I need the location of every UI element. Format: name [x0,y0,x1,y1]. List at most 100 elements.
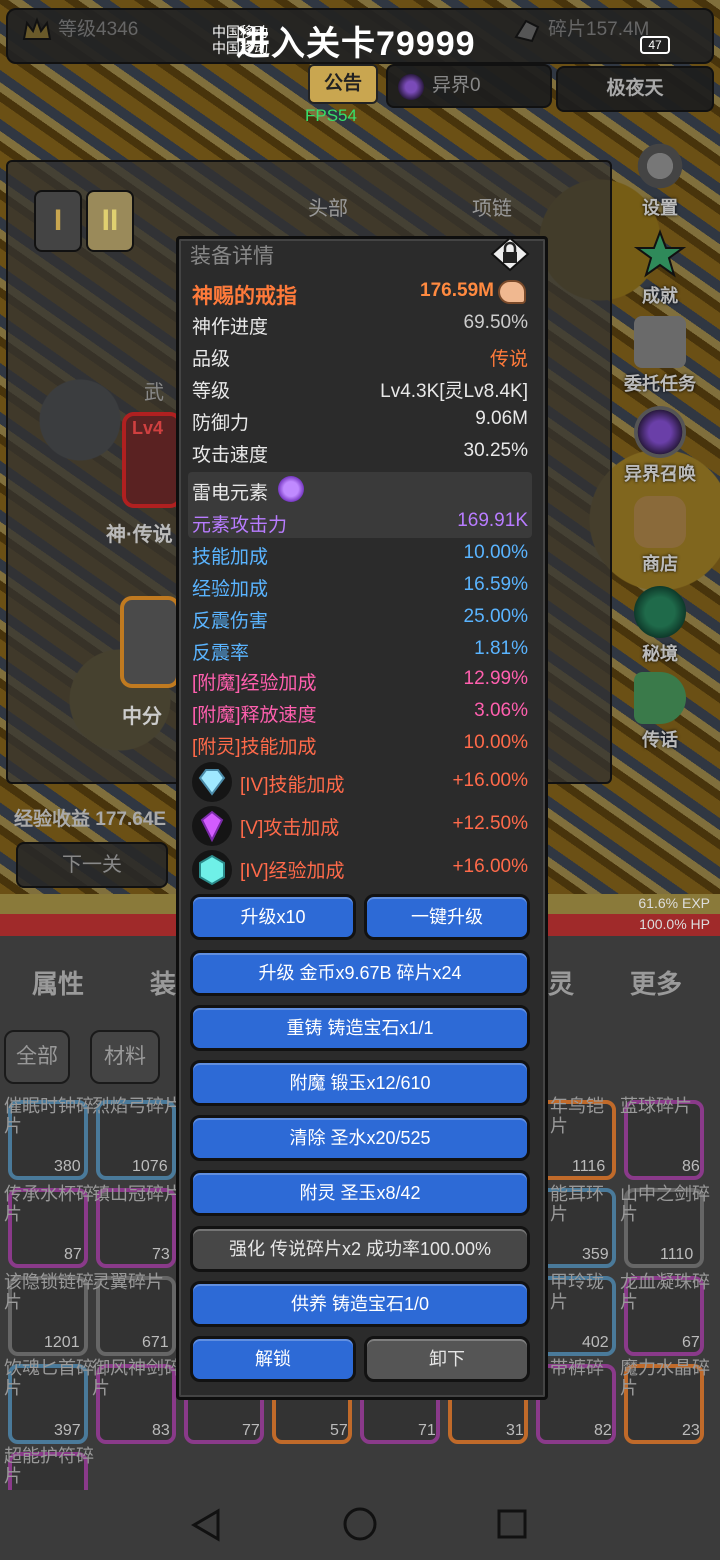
horn-icon [634,672,686,724]
spirit-row: [附灵]技能加成 10.00% [192,732,528,758]
item-level-badge: Lv4 [132,418,164,438]
bonus-row: 技能加成 10.00% [192,542,528,568]
amethyst-gem-icon [200,810,224,843]
player-level: 等级4346 [22,14,138,43]
cell-label: 催眠时钟碎片 [4,1096,94,1136]
enchant-row: [附魔]经验加成 12.99% [192,668,528,694]
aquamarine-gem-icon [199,854,225,886]
fps-counter: FPS54 [305,106,357,125]
element-attack-row: 元素攻击力 169.91K [192,510,528,536]
cell-label: 蓝球碎片 [620,1096,692,1116]
slot-necklace-label[interactable]: 项链 [472,192,512,221]
portal-icon [634,586,686,638]
upgrade-cost-button[interactable]: 升级 金币x9.67B 碎片x24 [190,950,530,996]
back-icon[interactable] [190,1508,222,1542]
side-message[interactable]: 传话 [618,672,702,752]
cell-count: 671 [142,1334,169,1351]
tab-attributes[interactable]: 属性 [32,964,84,1001]
system-nav-bar [0,1490,720,1560]
score-label: 中分 [122,706,162,728]
gem-row: [IV]技能加成 +16.00% [240,770,528,796]
shard-count: 碎片157.4M [512,14,649,43]
lock-icon[interactable] [490,236,530,272]
stat-row: 等级 Lv4.3K[灵Lv8.4K] [192,381,528,402]
bag-icon [634,496,686,548]
clear-button[interactable]: 清除 圣水x20/525 [190,1115,530,1161]
stat-row: 品级 传说 [192,349,528,370]
side-settings[interactable]: 设置 [618,140,702,220]
side-commission[interactable]: 委托任务 [618,316,702,396]
eye-icon [634,406,686,458]
item-name: 神赐的戒指 [192,285,297,308]
cell-count: 380 [54,1158,81,1175]
exp-bar-text: 61.6% EXP [638,895,710,911]
stat-row: 防御力 9.06M [192,408,528,434]
cell-label: 魔力水晶碎片 [620,1358,710,1398]
enchant-button[interactable]: 附魔 锻玉x12/610 [190,1060,530,1106]
stat-row: 神作进度 69.50% [192,312,528,338]
side-secret-realm[interactable]: 秘境 [618,586,702,666]
notice-tab[interactable]: 公告 [308,64,378,104]
bonus-row: 经验加成 16.59% [192,574,528,600]
gem-row: [V]攻击加成 +12.50% [240,813,528,839]
cell-label: 甲玲珑片 [550,1272,604,1312]
strength-icon [498,280,526,304]
spirit-attach-button[interactable]: 附灵 圣玉x8/42 [190,1170,530,1216]
recents-icon[interactable] [496,1508,528,1540]
cell-count: 1110 [660,1246,694,1263]
home-icon[interactable] [342,1506,378,1542]
item-power: 176.59M [420,280,494,301]
gem-slot [192,806,232,846]
filter-all[interactable]: 全部 [4,1030,70,1084]
hp-bar-text: 100.0% HP [639,916,710,932]
cell-label: 镇山冠碎片 [92,1184,182,1204]
cell-count: 71 [418,1422,436,1439]
cell-label: 饮魂匕首碎片 [4,1358,94,1398]
one-key-upgrade-button[interactable]: 一键升级 [364,894,530,940]
cell-count: 402 [582,1334,609,1351]
tab-page-two[interactable]: II [86,190,134,252]
weapon-slot[interactable]: Lv4 [122,412,182,508]
diamond-gem-icon [198,769,226,796]
modal-title: 装备详情 [190,245,274,268]
offer-button[interactable]: 供养 铸造宝石1/0 [190,1281,530,1327]
cell-count: 77 [242,1422,260,1439]
other-world-button[interactable]: 异界0 [386,64,552,108]
reforge-button[interactable]: 重铸 铸造宝石x1/1 [190,1005,530,1051]
unlock-button[interactable]: 解锁 [190,1336,356,1382]
filter-material[interactable]: 材料 [90,1030,160,1084]
strengthen-button[interactable]: 强化 传说碎片x2 成功率100.00% [190,1226,530,1272]
side-achievements[interactable]: 成就 [618,228,702,308]
slot-head-label[interactable]: 头部 [308,192,348,221]
vortex-icon [398,74,424,100]
cell-count: 359 [582,1246,609,1263]
gem-slot [192,762,232,802]
cell-label: 超能护符碎片 [4,1446,94,1486]
cell-label: 能耳环片 [550,1184,604,1224]
polar-night-button[interactable]: 极夜天 [556,66,714,112]
score-slot[interactable] [120,596,180,688]
weapon-label: 武 [144,382,164,404]
side-shop[interactable]: 商店 [618,496,702,576]
tab-spirit[interactable]: 灵 [548,964,574,1001]
cell-label: 烈焰弓碎片 [92,1096,182,1116]
upgrade-x10-button[interactable]: 升级x10 [190,894,356,940]
stage-title: 进入关卡79999 [236,25,476,63]
cell-count: 86 [682,1158,700,1175]
unequip-button[interactable]: 卸下 [364,1336,530,1382]
next-level-button[interactable]: 下一关 [16,842,168,888]
tab-more[interactable]: 更多 [630,964,682,1001]
cell-label: 御风神剑碎片 [92,1358,182,1398]
cell-label: 年鸟铠片 [550,1096,604,1136]
gem-row: [IV]经验加成 +16.00% [240,856,528,882]
cell-label: 该隐锁链碎片 [4,1272,94,1312]
tab-page-one[interactable]: I [34,190,82,252]
bonus-row: 反震率 1.81% [192,638,528,664]
side-summon[interactable]: 异界召唤 [618,406,702,486]
gear-icon [634,140,686,192]
stat-row: 攻击速度 30.25% [192,440,528,466]
cell-count: 73 [152,1246,170,1263]
exp-income: 经验收益 177.64E [14,809,167,830]
cell-count: 87 [64,1246,82,1263]
tab-equipment[interactable]: 装 [150,964,176,1001]
